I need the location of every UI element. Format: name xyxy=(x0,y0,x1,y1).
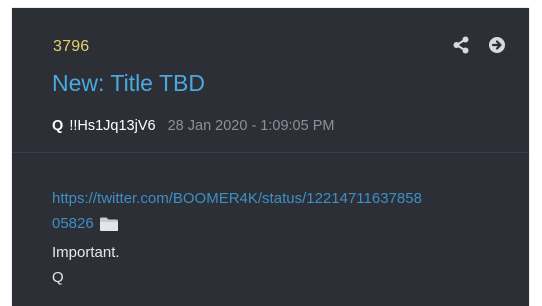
body-line-signature: Q xyxy=(52,269,64,286)
tweet-link-line1: https://twitter.com/BOOMER4K/status/1221… xyxy=(52,190,422,207)
post-number[interactable]: 3796 xyxy=(53,38,89,56)
post-body: https://twitter.com/BOOMER4K/status/1221… xyxy=(52,186,522,290)
post-title: New: Title TBD xyxy=(52,70,205,96)
share-icon[interactable] xyxy=(451,35,471,55)
page: 3796 New: Title TBD Q !!Hs1Jq13jV6 28 Ja… xyxy=(0,0,542,306)
post-card: 3796 New: Title TBD Q !!Hs1Jq13jV6 28 Ja… xyxy=(12,8,529,306)
author-line: Q !!Hs1Jq13jV6 28 Jan 2020 - 1:09:05 PM xyxy=(52,118,334,134)
divider xyxy=(12,152,529,153)
tweet-link-line2: 05826 xyxy=(52,215,94,232)
folder-icon[interactable] xyxy=(99,215,119,240)
tripcode: !!Hs1Jq13jV6 xyxy=(69,118,156,134)
author-name: Q xyxy=(52,118,64,134)
post-date: 28 Jan 2020 - 1:09:05 PM xyxy=(167,118,335,134)
body-line-important: Important. xyxy=(52,244,120,261)
arrow-circle-right-icon[interactable] xyxy=(487,35,507,55)
post-actions xyxy=(451,35,507,55)
